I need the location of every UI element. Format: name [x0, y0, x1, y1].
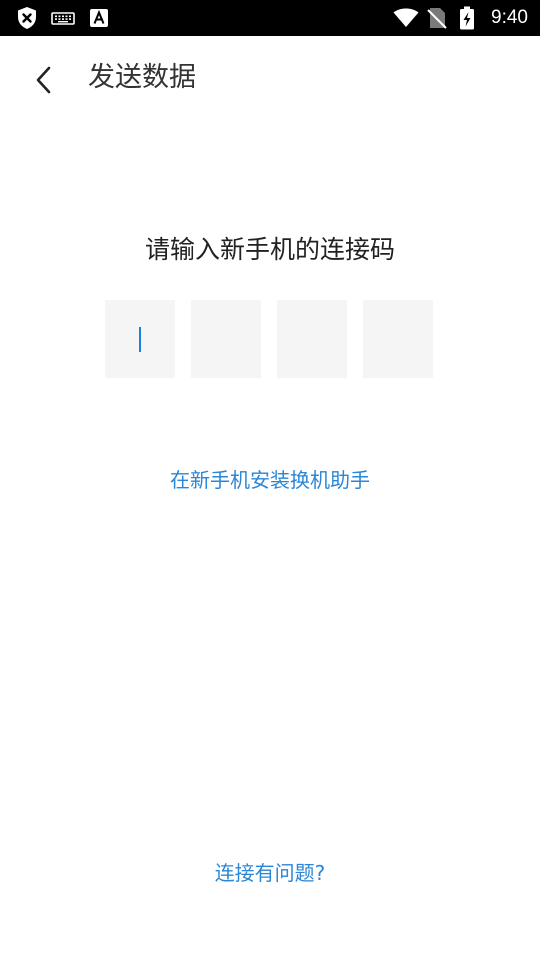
app-bar: 发送数据: [0, 36, 540, 120]
connection-code-input: [105, 300, 433, 378]
wifi-icon: [392, 0, 420, 36]
no-sim-icon: [426, 0, 448, 36]
connection-help-link[interactable]: 连接有问题?: [215, 861, 326, 885]
connection-code-prompt: 请输入新手机的连接码: [144, 235, 395, 264]
install-assistant-link[interactable]: 在新手机安装换机助手: [170, 468, 370, 492]
keyboard-icon: [50, 0, 76, 36]
text-cursor: [139, 327, 141, 352]
font-a-icon: [88, 0, 110, 36]
status-bar: 9:40: [0, 0, 540, 36]
code-digit-1[interactable]: [105, 300, 175, 378]
help-link-row: 连接有问题?: [0, 855, 540, 891]
back-button[interactable]: [18, 56, 70, 108]
install-link-row: 在新手机安装换机助手: [0, 462, 540, 498]
code-digit-2[interactable]: [191, 300, 261, 378]
battery-charging-icon: [458, 0, 476, 36]
code-digit-4[interactable]: [363, 300, 433, 378]
shield-x-icon: [14, 0, 40, 36]
status-clock: 9:40: [491, 7, 528, 28]
chevron-left-icon: [32, 65, 56, 99]
code-digit-3[interactable]: [277, 300, 347, 378]
page-title: 发送数据: [88, 62, 196, 93]
